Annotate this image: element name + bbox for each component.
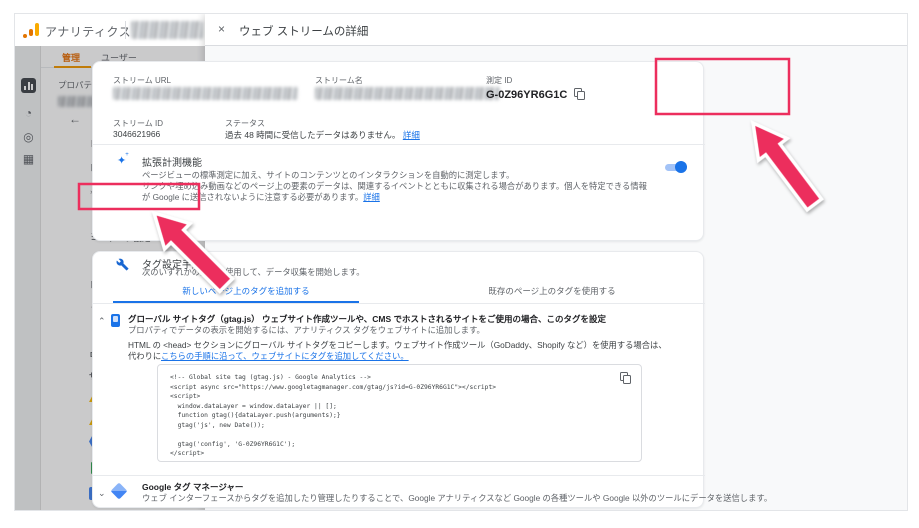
card-divider (93, 144, 705, 145)
expand-chevron-icon[interactable]: ⌄ (98, 488, 106, 499)
code-lines: <!-- Global site tag (gtag.js) - Google … (170, 373, 611, 459)
copy-measurement-id-icon[interactable] (574, 88, 585, 101)
tag-setup-tabs: 新しいページ上のタグを追加する既存のページ上のタグを使用する (93, 278, 705, 304)
tag-tab-1[interactable]: 新しいページ上のタグを追加する (93, 278, 399, 303)
code-line: gtag('js', new Date()); (170, 421, 611, 431)
header-divider (125, 21, 126, 39)
code-line: <script> (170, 392, 611, 402)
tag-setup-subtitle: 次のいずれかの方法を使用して、データ収集を開始します。 (142, 267, 365, 278)
stream-id-label: ストリーム ID (113, 118, 163, 129)
code-line: function gtag(){dataLayer.push(arguments… (170, 411, 611, 421)
status-value: 過去 48 時間に受信したデータはありません。 詳細 (225, 129, 420, 141)
desc-line-2: リンクや埋め込み動画などのページ上の要素のデータは、関連するイベントとともに収集… (142, 181, 647, 202)
code-line: <script async src="https://www.googletag… (170, 383, 611, 393)
tag-setup-card: タグ設定手順 次のいずれかの方法を使用して、データ収集を開始します。 新しいペー… (92, 251, 704, 508)
app-header: アナリティクス (15, 14, 205, 46)
tag-tab-2[interactable]: 既存のページ上のタグを使用する (399, 278, 705, 303)
analytics-window: アナリティクス ◔ ◎ ▦ ⚙ 管理 ユーザー プロパティ + プロパティを作成… (14, 13, 908, 511)
code-line (170, 430, 611, 440)
enhanced-measurement-desc: ページビューの標準測定に加え、サイトのコンテンツとのインタラクションを自動的に測… (142, 170, 647, 204)
redacted-account-text (131, 21, 203, 39)
status-details-link[interactable]: 詳細 (403, 130, 420, 140)
copy-code-icon[interactable] (620, 372, 631, 385)
code-line: </script> (170, 449, 611, 459)
measurement-id-label: 測定 ID (486, 75, 512, 86)
enhanced-measurement-title: 拡張計測機能 (142, 154, 202, 169)
enhanced-measurement-toggle[interactable] (665, 162, 687, 172)
gtm-accordion-desc: ウェブ インターフェースからタグを追加したり管理したりすることで、Google … (142, 492, 772, 504)
enhanced-details-link[interactable]: 詳細 (363, 192, 380, 202)
status-text: 過去 48 時間に受信したデータはありません。 (225, 130, 400, 140)
redacted-stream-name (315, 87, 500, 100)
collapse-chevron-icon[interactable]: ⌃ (98, 316, 106, 327)
gtag-instruction: HTML の <head> セクションにグローバル サイトタグをコピーします。ウ… (128, 340, 673, 362)
stream-name-label: ストリーム名 (315, 75, 363, 86)
gtag-code-box: <!-- Global site tag (gtag.js) - Google … (157, 364, 642, 462)
stream-details-card: ストリーム URL ストリーム名 測定 ID G-0Z96YR6G1C ストリー… (92, 61, 704, 241)
enhanced-measurement-icon: ✦+ (117, 154, 130, 167)
screenshot-stage: アナリティクス ◔ ◎ ▦ ⚙ 管理 ユーザー プロパティ + プロパティを作成… (0, 0, 919, 528)
code-line: <!-- Global site tag (gtag.js) - Google … (170, 373, 611, 383)
wrench-icon (116, 258, 129, 271)
status-label: ステータス (225, 118, 265, 129)
gtag-instruction-link[interactable]: こちらの手順に沿って、ウェブサイトにタグを追加してください。 (161, 351, 409, 361)
panel-header: × ウェブ ストリームの詳細 (205, 14, 908, 46)
analytics-logo-icon (22, 22, 40, 38)
code-line: window.dataLayer = window.dataLayer || [… (170, 402, 611, 412)
code-line: gtag('config', 'G-0Z96YR6G1C'); (170, 440, 611, 450)
gtag-icon (111, 314, 120, 327)
stream-url-label: ストリーム URL (113, 75, 171, 86)
redacted-stream-url (113, 87, 298, 100)
gtag-accordion-subtitle: プロパティでデータの表示を開始するには、アナリティクス タグをウェブサイトに追加… (128, 324, 485, 336)
measurement-id-value: G-0Z96YR6G1C (486, 89, 567, 101)
desc-line-1: ページビューの標準測定に加え、サイトのコンテンツとのインタラクションを自動的に測… (142, 170, 514, 180)
panel-title: ウェブ ストリームの詳細 (239, 23, 368, 39)
stream-id-value: 3046621966 (113, 129, 160, 139)
accordion-divider (93, 475, 705, 476)
tag-manager-icon (111, 483, 128, 500)
close-icon[interactable]: × (218, 22, 225, 36)
app-title: アナリティクス (45, 23, 131, 40)
